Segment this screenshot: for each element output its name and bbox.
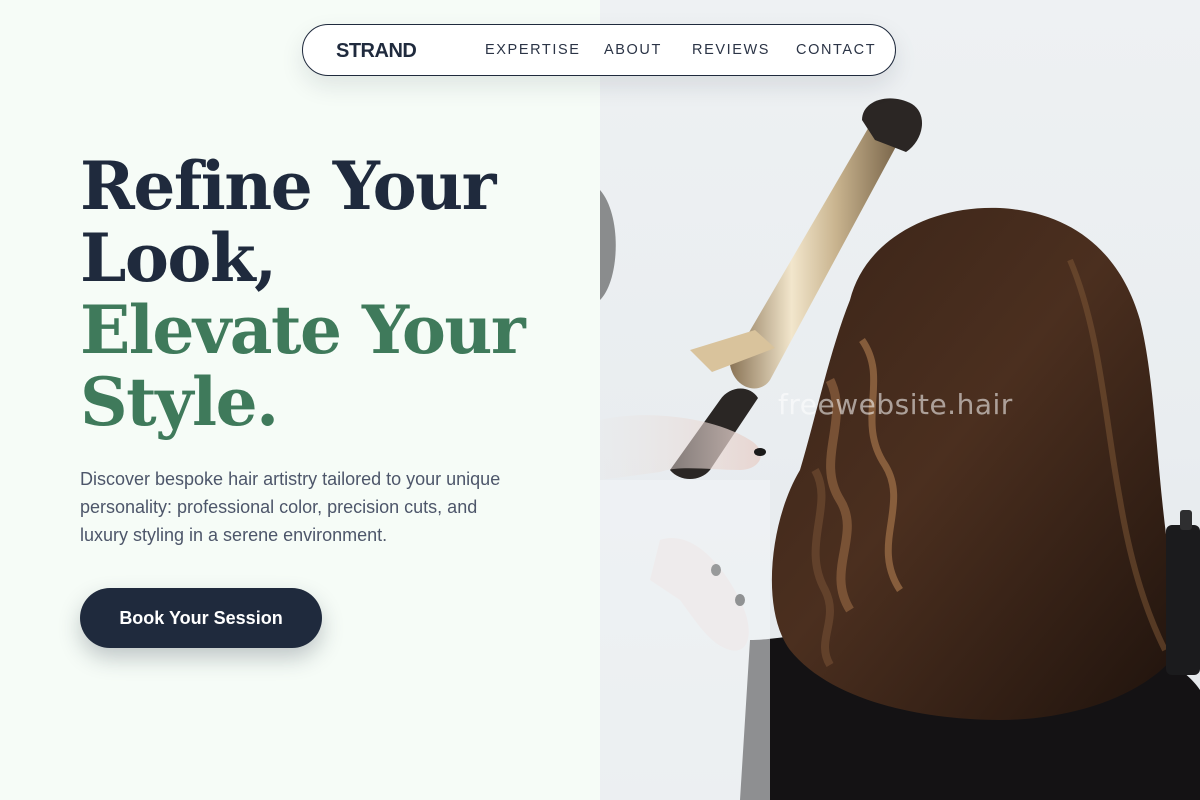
headline-line-3: Elevate Your xyxy=(80,291,526,369)
hero-description: Discover bespoke hair artistry tailored … xyxy=(80,469,501,545)
main-navbar: STRAND EXPERTISE ABOUT REVIEWS CONTACT xyxy=(302,24,896,76)
nav-link-reviews[interactable]: REVIEWS xyxy=(692,42,770,58)
hero-content-pane: Refine Your Look, Elevate Your Style. Di… xyxy=(0,0,600,800)
nav-link-about[interactable]: ABOUT xyxy=(604,42,662,58)
watermark-text: freewebsite.hair xyxy=(778,388,1013,421)
headline-line-2: Look, xyxy=(80,219,277,297)
nav-link-expertise[interactable]: EXPERTISE xyxy=(485,42,581,58)
brand-logo[interactable]: STRAND xyxy=(336,40,417,63)
nav-link-contact[interactable]: CONTACT xyxy=(796,42,876,58)
hero-headline: Refine Your Look, Elevate Your Style. xyxy=(80,147,526,441)
headline-line-1: Refine Your xyxy=(80,147,496,225)
headline-line-4: Style. xyxy=(80,363,279,441)
hero-image: freewebsite.hair xyxy=(600,0,1200,800)
book-session-button[interactable]: Book Your Session xyxy=(80,588,322,648)
